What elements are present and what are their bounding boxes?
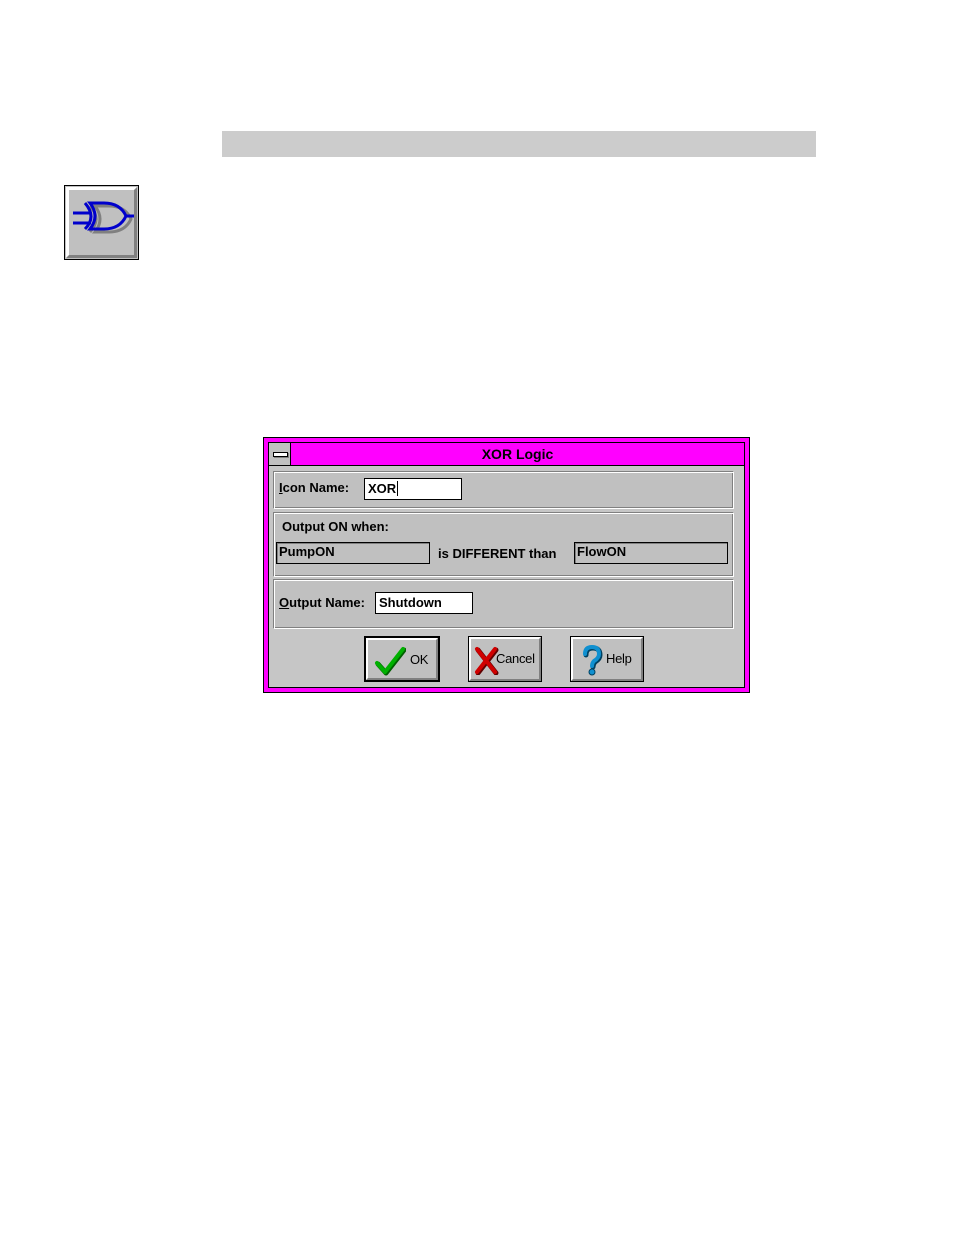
icon-name-input[interactable]: XOR [364,478,462,500]
title-bar[interactable]: XOR Logic [269,443,744,466]
text-caret [397,481,399,496]
question-icon [583,645,603,676]
icon-name-label: Icon Name: [279,480,349,495]
output-name-label: Output Name: [279,595,365,610]
input-b-field[interactable]: FlowON [574,542,728,564]
xor-logic-dialog: XOR Logic Icon Name: XOR Output ON when:… [263,437,750,693]
output-name-group: Output Name: Shutdown [273,579,734,629]
icon-name-label-text: con Name: [282,480,350,495]
output-on-group: Output ON when: PumpON is DIFFERENT than… [273,512,734,577]
output-name-input[interactable]: Shutdown [375,592,473,614]
system-menu-icon[interactable] [269,443,291,465]
header-bar [222,131,816,157]
output-name-label-text: utput Name: [289,595,365,610]
xor-gate-icon [73,201,134,234]
check-icon [375,647,406,676]
icon-name-group: Icon Name: XOR [273,471,734,509]
output-on-heading: Output ON when: [282,519,389,534]
output-name-mnemonic: O [279,595,290,610]
relation-label: is DIFFERENT than [438,546,557,561]
help-button[interactable]: Help [570,636,644,682]
cancel-label: Cancel [496,651,535,666]
help-label: Help [606,651,632,666]
ok-label: OK [410,652,429,667]
dialog-title: XOR Logic [481,446,554,462]
dialog-client-area: XOR Logic Icon Name: XOR Output ON when:… [268,442,745,688]
cancel-button[interactable]: Cancel [468,636,542,682]
xor-tool-button[interactable] [64,185,139,260]
input-a-field[interactable]: PumpON [276,542,430,564]
ok-button[interactable]: OK [364,636,440,682]
system-menu-bar [273,452,288,457]
icon-name-value: XOR [368,481,397,496]
